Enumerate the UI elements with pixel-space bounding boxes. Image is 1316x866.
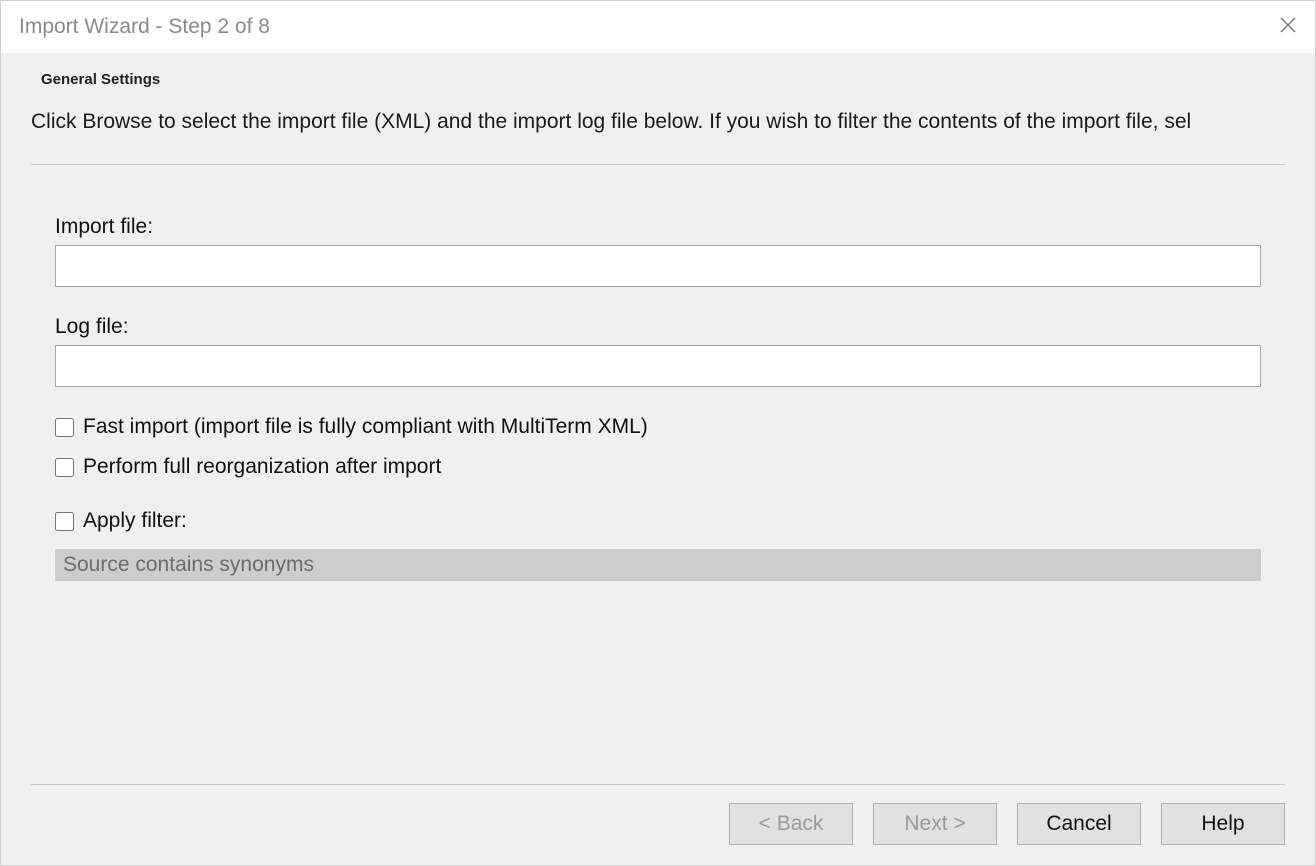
button-row: < Back Next > Cancel Help <box>31 803 1285 845</box>
fast-import-label: Fast import (import file is fully compli… <box>83 415 648 439</box>
fast-import-checkbox[interactable] <box>55 418 74 437</box>
instruction-text: Click Browse to select the import file (… <box>31 110 1285 134</box>
client-area: General Settings Click Browse to select … <box>1 53 1315 865</box>
reorg-row: Perform full reorganization after import <box>55 455 1261 479</box>
footer: < Back Next > Cancel Help <box>31 784 1285 845</box>
divider-top <box>31 164 1285 165</box>
reorg-label: Perform full reorganization after import <box>83 455 441 479</box>
close-icon[interactable] <box>1279 16 1297 39</box>
wizard-dialog: Import Wizard - Step 2 of 8 General Sett… <box>0 0 1316 866</box>
log-file-input[interactable] <box>55 345 1261 387</box>
fast-import-row: Fast import (import file is fully compli… <box>55 415 1261 439</box>
reorg-checkbox[interactable] <box>55 458 74 477</box>
form-area: Import file: Log file: Fast import (impo… <box>31 215 1285 581</box>
help-button[interactable]: Help <box>1161 803 1285 845</box>
titlebar: Import Wizard - Step 2 of 8 <box>1 1 1315 53</box>
apply-filter-label: Apply filter: <box>83 509 187 533</box>
filter-select[interactable]: Source contains synonyms <box>55 549 1261 581</box>
filter-group: Apply filter: Source contains synonyms <box>55 509 1261 581</box>
back-button[interactable]: < Back <box>729 803 853 845</box>
apply-filter-row: Apply filter: <box>55 509 1261 533</box>
import-file-label: Import file: <box>55 215 1261 239</box>
apply-filter-checkbox[interactable] <box>55 512 74 531</box>
next-button[interactable]: Next > <box>873 803 997 845</box>
log-file-label: Log file: <box>55 315 1261 339</box>
cancel-button[interactable]: Cancel <box>1017 803 1141 845</box>
section-heading: General Settings <box>41 71 1285 88</box>
window-title: Import Wizard - Step 2 of 8 <box>19 15 270 39</box>
divider-bottom <box>31 784 1285 785</box>
import-file-input[interactable] <box>55 245 1261 287</box>
